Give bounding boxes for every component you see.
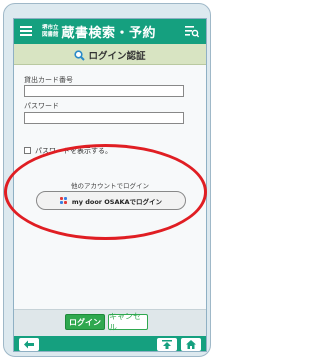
action-bar: ログイン キャンセル: [14, 309, 206, 336]
show-password-label: パスワードを表示する。: [35, 147, 112, 155]
magnifier-icon: [74, 50, 86, 61]
logo-subtitle: 堺市立 図書館: [42, 25, 59, 38]
card-number-label: 貸出カード番号: [24, 76, 73, 84]
login-button[interactable]: ログイン: [65, 314, 105, 330]
show-password-checkbox[interactable]: [24, 147, 31, 154]
home-icon: [186, 340, 196, 349]
screen: 堺市立 図書館 蔵書検索・予約 ログイン認証 貸出カード番号 パスワード パスワ…: [13, 18, 207, 352]
mydoor-logo-icon: [59, 196, 68, 205]
home-button[interactable]: [181, 338, 201, 351]
page-top-button[interactable]: [157, 338, 177, 351]
cancel-button[interactable]: キャンセル: [108, 312, 148, 332]
page-title: ログイン認証: [88, 51, 146, 62]
page-title-bar: ログイン認証: [14, 44, 206, 65]
card-number-input[interactable]: [24, 85, 184, 97]
hamburger-menu-icon[interactable]: [20, 26, 32, 37]
phone-frame: 堺市立 図書館 蔵書検索・予約 ログイン認証 貸出カード番号 パスワード パスワ…: [3, 3, 211, 357]
bottom-nav: [14, 336, 206, 351]
logo-title: 蔵書検索・予約: [61, 26, 157, 41]
arrow-left-icon: [24, 340, 34, 349]
search-settings-icon[interactable]: [185, 25, 199, 38]
app-header: 堺市立 図書館 蔵書検索・予約: [14, 19, 206, 44]
arrow-up-icon: [162, 340, 172, 349]
mydoor-login-label: my door OSAKAでログイン: [71, 197, 163, 206]
password-input[interactable]: [24, 112, 184, 124]
mydoor-login-button[interactable]: my door OSAKAでログイン: [36, 191, 186, 210]
library-logo[interactable]: 堺市立 図書館 蔵書検索・予約: [42, 22, 156, 41]
password-label: パスワード: [24, 102, 59, 110]
back-button[interactable]: [19, 338, 39, 351]
other-account-heading: 他のアカウントでログイン: [71, 182, 149, 190]
